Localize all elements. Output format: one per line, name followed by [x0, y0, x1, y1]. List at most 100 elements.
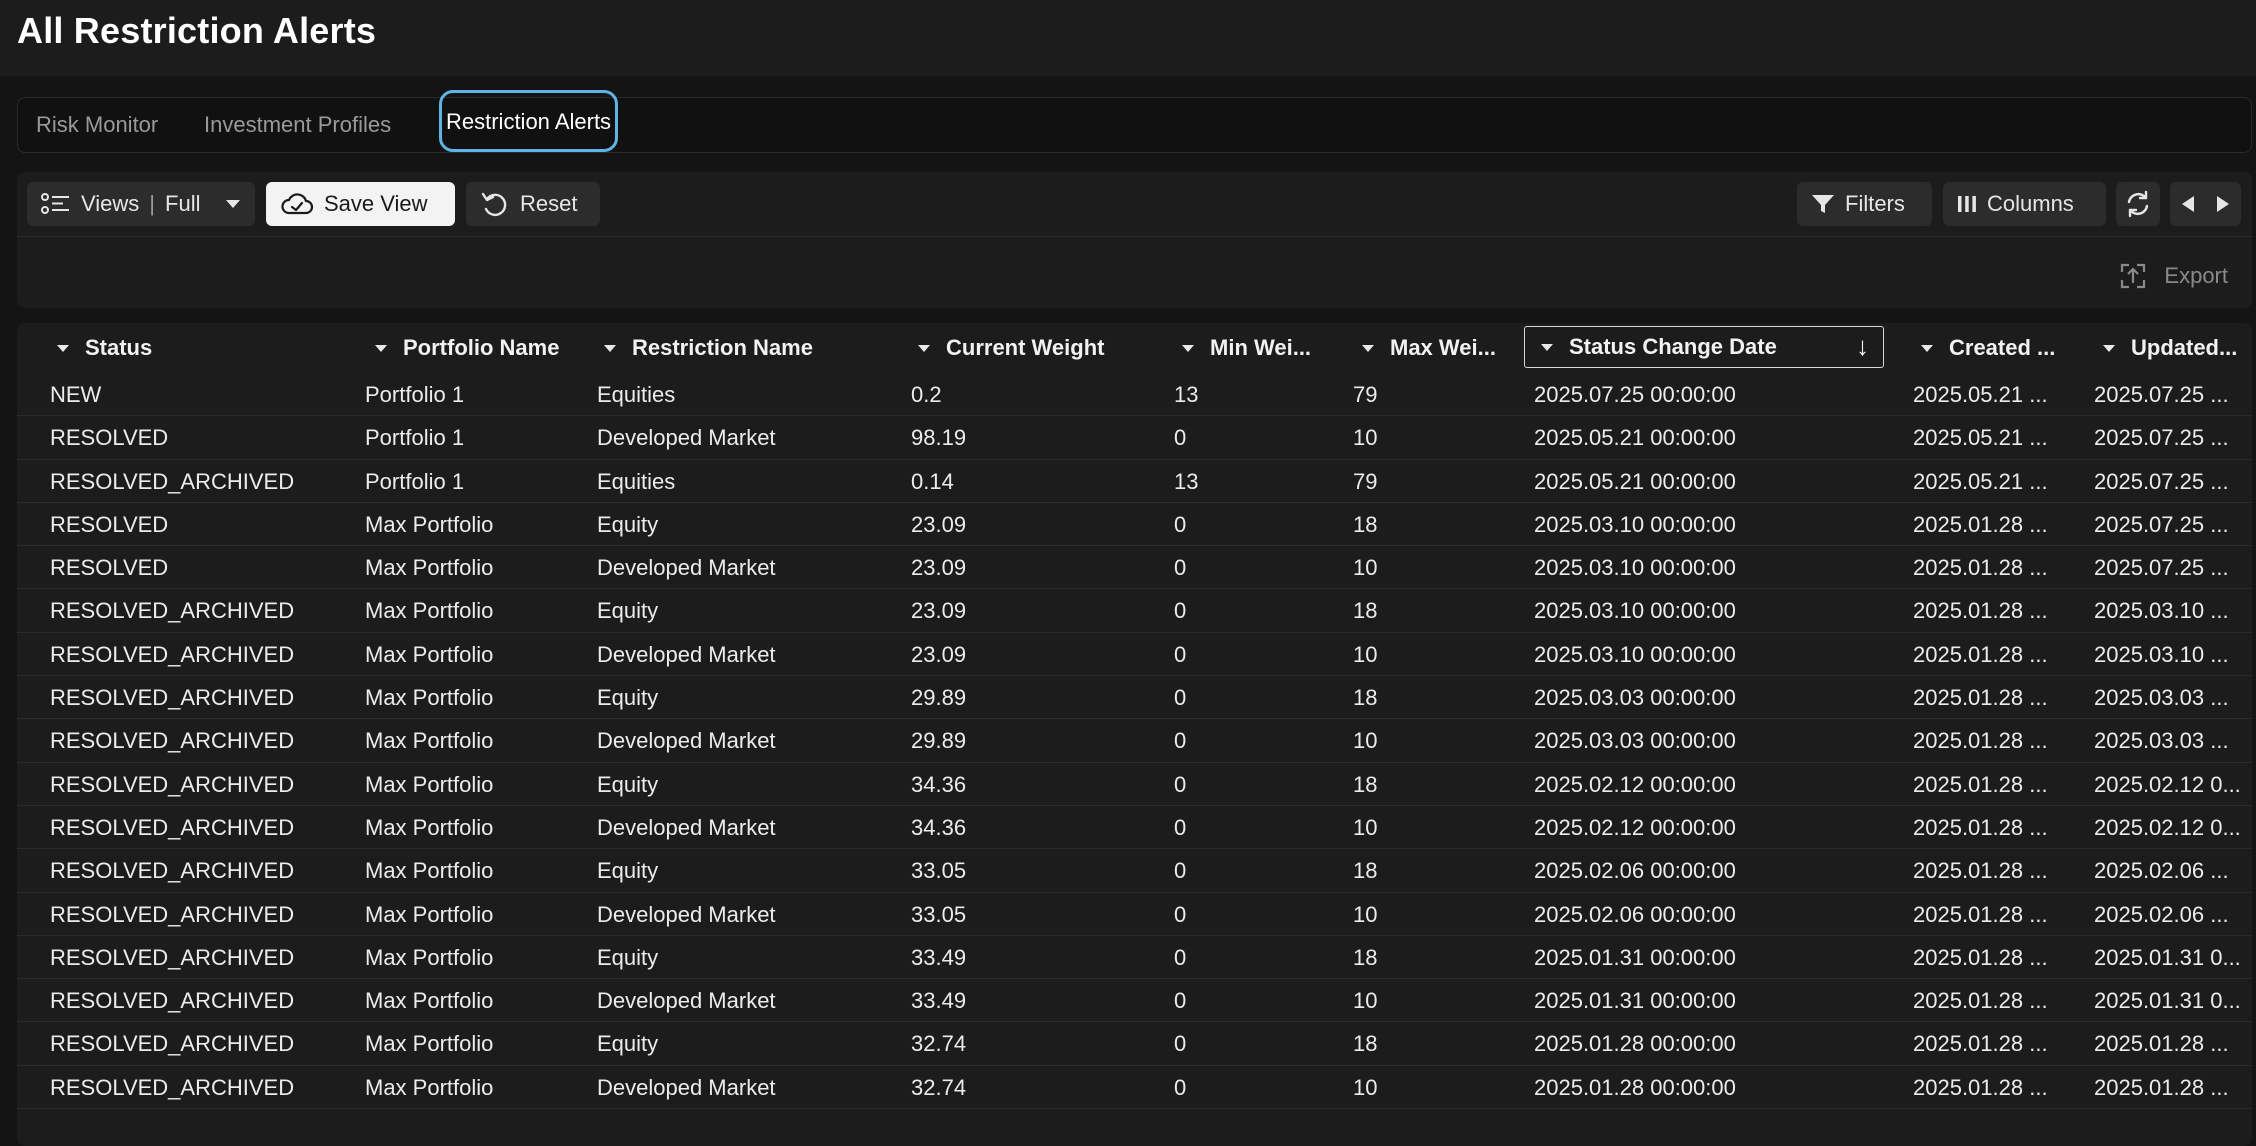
- refresh-icon: [2127, 190, 2149, 218]
- cell-updated: 2025.07.25 ...: [2094, 555, 2229, 581]
- filters-label: Filters: [1845, 191, 1905, 216]
- cell-created: 2025.01.28 ...: [1913, 555, 2048, 581]
- cell-status: RESOLVED_ARCHIVED: [50, 858, 295, 884]
- scroll-right-icon[interactable]: [2215, 194, 2231, 214]
- table-row[interactable]: RESOLVED_ARCHIVED Max Portfolio Equity 32.7…: [17, 1022, 2252, 1066]
- cell-status: RESOLVED_ARCHIVED: [50, 728, 295, 754]
- cell-created: 2025.01.28 ...: [1913, 641, 2048, 667]
- cell-max-weight: 18: [1353, 944, 1378, 970]
- cell-restriction-name: Developed Market: [597, 1074, 776, 1100]
- cell-status-change-date: 2025.05.21 00:00:00: [1534, 425, 1736, 451]
- column-menu-icon[interactable]: [1182, 344, 1194, 352]
- cell-created: 2025.01.28 ...: [1913, 858, 2048, 884]
- cell-restriction-name: Equities: [597, 468, 676, 494]
- cell-updated: 2025.01.28 ...: [2094, 1074, 2229, 1100]
- cell-current-weight: 33.49: [911, 988, 967, 1014]
- table-row[interactable]: RESOLVED_ARCHIVED Max Portfolio Developed …: [17, 806, 2252, 850]
- table-row[interactable]: RESOLVED Max Portfolio Developed Market 23.…: [17, 546, 2252, 590]
- cell-updated: 2025.01.28 ...: [2094, 1031, 2229, 1057]
- column-header-max-weight[interactable]: Max Wei...: [1362, 323, 1522, 373]
- cell-status: RESOLVED_ARCHIVED: [50, 468, 295, 494]
- column-menu-icon[interactable]: [918, 344, 930, 352]
- table-row[interactable]: RESOLVED_ARCHIVED Max Portfolio Equity 33.0…: [17, 849, 2252, 893]
- column-header-created[interactable]: Created ...: [1921, 323, 2096, 373]
- column-menu-icon[interactable]: [604, 344, 616, 352]
- cell-status: RESOLVED_ARCHIVED: [50, 598, 295, 624]
- export-button[interactable]: Export: [2118, 256, 2228, 296]
- tab-risk-monitor[interactable]: Risk Monitor: [36, 98, 158, 152]
- cell-status-change-date: 2025.03.03 00:00:00: [1534, 685, 1736, 711]
- column-header-status[interactable]: Status: [57, 323, 357, 373]
- cell-portfolio-name: Max Portfolio: [365, 598, 494, 624]
- cell-min-weight: 0: [1174, 901, 1187, 927]
- tab-restriction-alerts[interactable]: Restriction Alerts: [439, 90, 619, 152]
- table-row[interactable]: NEW Portfolio 1 Equities 0.2 13 79 2025.07.25 …: [17, 373, 2252, 417]
- cell-portfolio-name: Max Portfolio: [365, 771, 494, 797]
- chevron-down-icon: [226, 200, 241, 208]
- cell-status: RESOLVED_ARCHIVED: [50, 1074, 295, 1100]
- table-row[interactable]: RESOLVED Portfolio 1 Developed Market 98.19…: [17, 416, 2252, 460]
- cell-min-weight: 0: [1174, 944, 1187, 970]
- table-row[interactable]: RESOLVED_ARCHIVED Max Portfolio Equity 23.0…: [17, 589, 2252, 633]
- cell-updated: 2025.02.06 ...: [2094, 901, 2229, 927]
- column-menu-icon[interactable]: [1541, 343, 1553, 351]
- cell-max-weight: 10: [1353, 555, 1378, 581]
- table-row[interactable]: RESOLVED Max Portfolio Equity 23.09 0 18 2025.…: [17, 503, 2252, 547]
- column-menu-icon[interactable]: [57, 344, 69, 352]
- save-view-button[interactable]: Save View: [266, 182, 455, 226]
- filter-icon: [1812, 195, 1834, 213]
- filters-button[interactable]: Filters: [1797, 182, 1932, 226]
- table-row[interactable]: RESOLVED_ARCHIVED Max Portfolio Developed …: [17, 633, 2252, 677]
- table-row[interactable]: RESOLVED_ARCHIVED Max Portfolio Developed …: [17, 719, 2252, 763]
- cell-updated: 2025.07.25 ...: [2094, 511, 2229, 537]
- cell-status: RESOLVED_ARCHIVED: [50, 814, 295, 840]
- column-header-portfolio-name[interactable]: Portfolio Name: [375, 323, 581, 373]
- column-menu-icon[interactable]: [1362, 344, 1374, 352]
- column-header-status-change-date[interactable]: Status Change Date ↓: [1524, 326, 1884, 368]
- views-dropdown[interactable]: Views | Full: [27, 182, 255, 226]
- cell-min-weight: 0: [1174, 728, 1187, 754]
- refresh-button[interactable]: [2116, 182, 2160, 226]
- tab-investment-profiles[interactable]: Investment Profiles: [204, 98, 391, 152]
- cell-updated: 2025.03.03 ...: [2094, 685, 2229, 711]
- column-header-min-weight[interactable]: Min Wei...: [1182, 323, 1342, 373]
- cell-status: RESOLVED: [50, 425, 169, 451]
- cell-status-change-date: 2025.02.06 00:00:00: [1534, 858, 1736, 884]
- cell-min-weight: 0: [1174, 685, 1187, 711]
- cell-max-weight: 18: [1353, 771, 1378, 797]
- column-menu-icon[interactable]: [1921, 344, 1933, 352]
- cell-restriction-name: Developed Market: [597, 425, 776, 451]
- cell-max-weight: 18: [1353, 598, 1378, 624]
- cell-max-weight: 79: [1353, 468, 1378, 494]
- cell-portfolio-name: Max Portfolio: [365, 988, 494, 1014]
- table-row[interactable]: RESOLVED_ARCHIVED Max Portfolio Developed …: [17, 893, 2252, 936]
- table-row[interactable]: RESOLVED_ARCHIVED Max Portfolio Equity 33.4…: [17, 936, 2252, 980]
- cell-created: 2025.01.28 ...: [1913, 511, 2048, 537]
- cell-restriction-name: Developed Market: [597, 988, 776, 1014]
- column-header-restriction-name[interactable]: Restriction Name: [604, 323, 899, 373]
- cell-max-weight: 10: [1353, 641, 1378, 667]
- cell-created: 2025.01.28 ...: [1913, 771, 2048, 797]
- export-label: Export: [2164, 263, 2228, 288]
- cell-max-weight: 10: [1353, 425, 1378, 451]
- cell-max-weight: 18: [1353, 1031, 1378, 1057]
- column-header-updated[interactable]: Updated...: [2103, 323, 2252, 373]
- cell-current-weight: 29.89: [911, 685, 967, 711]
- scroll-left-icon[interactable]: [2180, 194, 2196, 214]
- column-header-current-weight[interactable]: Current Weight: [918, 323, 1163, 373]
- cell-status-change-date: 2025.01.31 00:00:00: [1534, 944, 1736, 970]
- table-row[interactable]: RESOLVED_ARCHIVED Max Portfolio Equity 29.8…: [17, 676, 2252, 720]
- cell-status: RESOLVED_ARCHIVED: [50, 988, 295, 1014]
- table-row[interactable]: RESOLVED_ARCHIVED Portfolio 1 Equities 0.14…: [17, 460, 2252, 503]
- table-row[interactable]: RESOLVED_ARCHIVED Max Portfolio Developed …: [17, 979, 2252, 1023]
- cell-current-weight: 0.14: [911, 468, 954, 494]
- column-menu-icon[interactable]: [2103, 344, 2115, 352]
- table-row[interactable]: RESOLVED_ARCHIVED Max Portfolio Developed …: [17, 1066, 2252, 1110]
- cell-created: 2025.01.28 ...: [1913, 685, 2048, 711]
- page-header: All Restriction Alerts: [0, 0, 2256, 76]
- table-row[interactable]: RESOLVED_ARCHIVED Max Portfolio Equity 34.3…: [17, 763, 2252, 806]
- cell-restriction-name: Developed Market: [597, 814, 776, 840]
- reset-button[interactable]: Reset: [466, 182, 600, 226]
- column-menu-icon[interactable]: [375, 344, 387, 352]
- columns-button[interactable]: Columns: [1943, 182, 2106, 226]
